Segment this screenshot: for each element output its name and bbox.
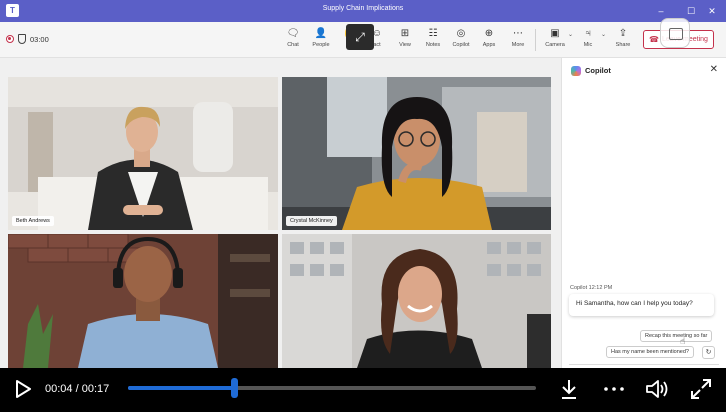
participant-name-label: Beth Andrews [12, 216, 54, 226]
mic-options-chevron-icon[interactable]: ⌄ [601, 31, 606, 38]
copilot-title: Copilot [585, 66, 611, 75]
people-button[interactable]: 👤 People [306, 27, 336, 48]
title-bar: T Supply Chain Implications – ☐ ✕ [0, 0, 726, 22]
current-time: 00:04 [45, 383, 73, 395]
video-tile-beth-andrews[interactable]: Beth Andrews [8, 77, 278, 230]
video-stage: Beth Andrews Crystal McKinney [0, 58, 561, 368]
toolbar-divider [535, 29, 536, 51]
pop-out-window-icon[interactable] [660, 18, 690, 48]
participant-name-label: Crystal McKinney [286, 216, 337, 226]
video-tile-participant-4[interactable] [282, 234, 551, 368]
seek-handle[interactable] [231, 378, 239, 398]
video-tile-participant-3[interactable] [8, 234, 278, 368]
copilot-pane: Copilot ✕ Copilot 12:12 PM Hi Samantha, … [561, 58, 726, 368]
playback-time: 00:04 / 00:17 [45, 383, 109, 395]
copilot-message: Hi Samantha, how can I help you today? [569, 294, 714, 316]
exit-fullscreen-icon[interactable]: ⤢ [346, 24, 374, 50]
notes-button[interactable]: ☷ Notes [418, 27, 448, 48]
more-button[interactable]: ⋯ More [503, 27, 533, 48]
more-icon: ⋯ [513, 28, 523, 39]
video-tile-crystal-mckinney[interactable]: Crystal McKinney [282, 77, 551, 230]
camera-button[interactable]: ▣ Camera ⌄ [540, 27, 573, 48]
suggestion-name-mentioned[interactable]: Has my name been mentioned? [606, 346, 694, 358]
copilot-icon: ◎ [456, 28, 466, 39]
meeting-window: T Supply Chain Implications – ☐ ✕ 03:00 … [0, 0, 726, 412]
volume-icon[interactable] [644, 376, 670, 402]
close-window-button[interactable]: ✕ [705, 4, 719, 18]
people-icon: 👤 [314, 28, 328, 39]
participant-video [282, 77, 551, 230]
hand-cursor-icon: ☝ [680, 336, 686, 346]
participant-video [8, 234, 278, 368]
phone-hangup-icon: ☎ [649, 35, 659, 44]
seek-bar[interactable] [128, 378, 536, 398]
suggestion-recap-meeting[interactable]: Recap this meeting so far [640, 330, 713, 342]
recording-indicator-icon [6, 35, 14, 43]
video-player-controls: 00:04 / 00:17 [0, 368, 726, 412]
view-button[interactable]: ⊞ View [390, 27, 420, 48]
duration: 00:17 [81, 383, 110, 395]
share-icon: ⇪ [618, 28, 628, 39]
share-button[interactable]: ⇪ Share [608, 27, 638, 48]
apps-icon: ⊕ [484, 28, 494, 39]
seek-progress [128, 386, 235, 390]
play-icon[interactable] [12, 378, 34, 400]
more-options-icon[interactable] [601, 376, 627, 402]
download-icon[interactable] [556, 376, 582, 402]
minimize-button[interactable]: – [654, 4, 668, 18]
message-meta: Copilot 12:12 PM [570, 285, 613, 291]
participant-video [8, 77, 278, 230]
view-icon: ⊞ [400, 28, 410, 39]
chat-button[interactable]: 🗨 Chat [278, 27, 308, 48]
meeting-timer: 03:00 [30, 35, 49, 44]
close-copilot-icon[interactable]: ✕ [710, 64, 718, 75]
window-title: Supply Chain Implications [322, 5, 404, 12]
shield-icon [18, 34, 26, 44]
refresh-suggestions-icon[interactable]: ↻ [702, 346, 715, 359]
mic-button[interactable]: ♃ Mic ⌄ [573, 27, 606, 48]
copilot-button[interactable]: ◎ Copilot [446, 27, 476, 48]
chat-icon: 🗨 [286, 28, 300, 39]
apps-button[interactable]: ⊕ Apps [474, 27, 504, 48]
mic-icon: ♃ [584, 28, 592, 39]
copilot-logo-icon [571, 66, 581, 76]
notes-icon: ☷ [428, 28, 438, 39]
fullscreen-icon[interactable] [688, 376, 714, 402]
camera-icon: ▣ [550, 28, 560, 39]
participant-video [282, 234, 551, 368]
maximize-button[interactable]: ☐ [684, 4, 698, 18]
